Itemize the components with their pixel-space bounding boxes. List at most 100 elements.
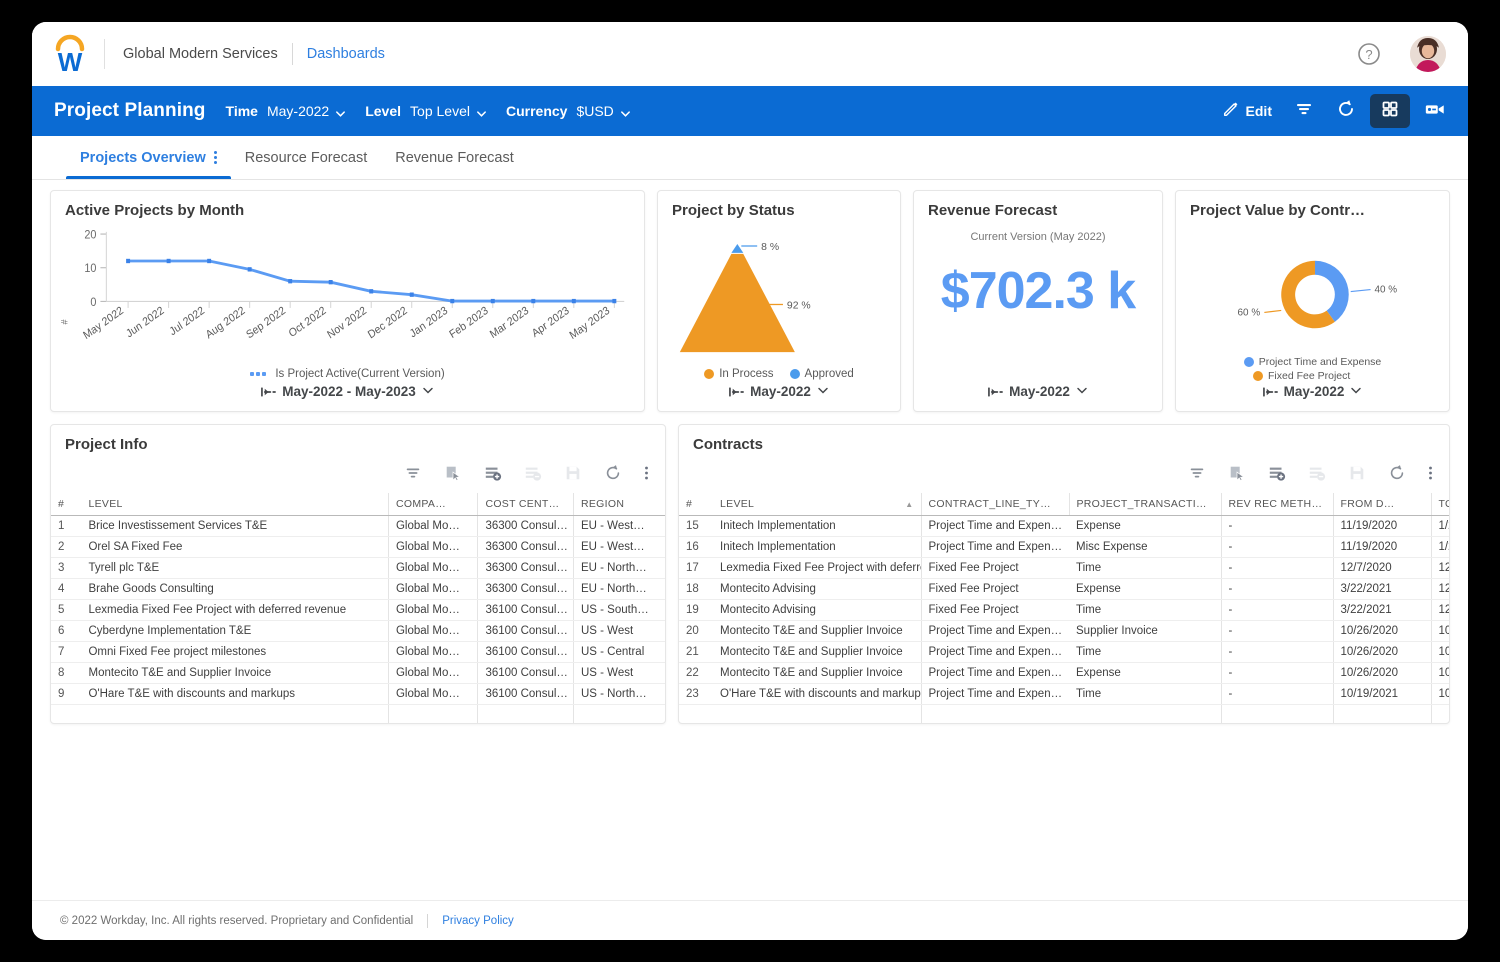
- refresh-button[interactable]: [1328, 94, 1364, 128]
- contracts-table-wrapper[interactable]: # LEVEL▲ CONTRACT_LINE_TY… PROJECT_TRANS…: [679, 493, 1449, 723]
- chevron-down-icon[interactable]: [1076, 384, 1088, 399]
- col-index[interactable]: #: [51, 493, 81, 516]
- time-value[interactable]: May-2022: [267, 103, 329, 119]
- table-row[interactable]: 17Lexmedia Fixed Fee Project with deferr…: [679, 557, 1449, 578]
- cell-from-date: 12/7/2020: [1333, 557, 1431, 578]
- card-footer-active-projects[interactable]: May-2022 - May-2023: [51, 384, 644, 411]
- svg-text:Sep 2022: Sep 2022: [244, 304, 287, 341]
- legend-item-in-process[interactable]: In Process: [704, 368, 773, 380]
- add-row-icon[interactable]: [484, 464, 502, 482]
- col-company[interactable]: COMPA…: [388, 493, 477, 516]
- cell-contract-line-type: Project Time and Expen…: [921, 515, 1069, 536]
- question-circle-icon[interactable]: ?: [1356, 41, 1382, 67]
- cell-from-date: 10/26/2020: [1333, 662, 1431, 683]
- card-title: Project Value by Contr…: [1176, 191, 1449, 221]
- cell-region: US - South…: [573, 599, 665, 620]
- table-row[interactable]: 4Brahe Goods ConsultingGlobal Mo…36300 C…: [51, 578, 665, 599]
- kebab-menu-icon[interactable]: [1428, 464, 1433, 482]
- col-cost-center[interactable]: COST CENT…: [478, 493, 574, 516]
- refresh-icon: [1336, 99, 1356, 124]
- col-from-date[interactable]: FROM D…: [1333, 493, 1431, 516]
- table-row[interactable]: 1Brice Investissement Services T&EGlobal…: [51, 515, 665, 536]
- cell-to-date: 10/: [1431, 683, 1449, 704]
- table-row[interactable]: 9O'Hare T&E with discounts and markupsGl…: [51, 683, 665, 704]
- project-info-table-wrapper[interactable]: # LEVEL COMPA… COST CENT… REGION 1Brice …: [51, 493, 665, 723]
- legend-item-approved[interactable]: Approved: [790, 368, 854, 380]
- currency-prompt[interactable]: Currency $USD: [506, 103, 630, 119]
- chart-legend: Is Project Active(Current Version): [51, 368, 644, 380]
- chevron-down-icon[interactable]: [1350, 384, 1362, 399]
- table-row[interactable]: 2Orel SA Fixed FeeGlobal Mo…36300 Consul…: [51, 536, 665, 557]
- kpi-body[interactable]: Current Version (May 2022) $702.3 k: [914, 221, 1162, 384]
- legend-item-project-time-and-expense[interactable]: Project Time and Expense: [1244, 356, 1382, 368]
- col-level[interactable]: LEVEL▲: [713, 493, 921, 516]
- col-index[interactable]: #: [679, 493, 713, 516]
- col-project-transaction[interactable]: PROJECT_TRANSACTI…: [1069, 493, 1221, 516]
- time-prompt[interactable]: Time May-2022: [226, 103, 346, 119]
- col-level[interactable]: LEVEL: [81, 493, 388, 516]
- table-row[interactable]: 6Cyberdyne Implementation T&EGlobal Mo…3…: [51, 620, 665, 641]
- edit-button[interactable]: Edit: [1214, 94, 1280, 128]
- table-row[interactable]: 15Initech ImplementationProject Time and…: [679, 515, 1449, 536]
- col-region[interactable]: REGION: [573, 493, 665, 516]
- chevron-down-icon[interactable]: [422, 384, 434, 399]
- level-prompt[interactable]: Level Top Level: [365, 103, 486, 119]
- table-row[interactable]: 5Lexmedia Fixed Fee Project with deferre…: [51, 599, 665, 620]
- cell-index: 7: [51, 641, 81, 662]
- table-row[interactable]: 23O'Hare T&E with discounts and markupsP…: [679, 683, 1449, 704]
- table-row[interactable]: 3Tyrell plc T&EGlobal Mo…36300 Consul…EU…: [51, 557, 665, 578]
- card-title: Project Info: [51, 425, 665, 455]
- funnel-chart[interactable]: 8 % 92 % In Process Approved: [658, 221, 900, 384]
- cell-level: Brahe Goods Consulting: [81, 578, 388, 599]
- kebab-menu-icon[interactable]: [214, 151, 217, 164]
- cell-to-date: 12/: [1431, 578, 1449, 599]
- cell-project-transaction: Expense: [1069, 578, 1221, 599]
- line-chart[interactable]: # 20 10 0: [51, 221, 644, 384]
- tab-resource-forecast[interactable]: Resource Forecast: [231, 136, 382, 179]
- cell-rev-rec-method: -: [1221, 620, 1333, 641]
- card-footer-project-value[interactable]: May-2022: [1176, 384, 1449, 411]
- col-rev-rec-method[interactable]: REV REC METH…: [1221, 493, 1333, 516]
- privacy-policy-link[interactable]: Privacy Policy: [442, 915, 514, 927]
- avatar[interactable]: [1410, 36, 1446, 72]
- dashboards-link[interactable]: Dashboards: [307, 46, 385, 62]
- filter-icon[interactable]: [404, 464, 422, 482]
- svg-text:40 %: 40 %: [1375, 285, 1398, 296]
- filter-button[interactable]: [1286, 94, 1322, 128]
- refresh-icon[interactable]: [604, 464, 622, 482]
- table-row[interactable]: 16Initech ImplementationProject Time and…: [679, 536, 1449, 557]
- kebab-menu-icon[interactable]: [644, 464, 649, 482]
- video-button[interactable]: [1416, 94, 1454, 128]
- workday-w-logo-icon[interactable]: W: [50, 33, 90, 75]
- legend-item-fixed-fee-project[interactable]: Fixed Fee Project: [1253, 370, 1350, 382]
- filter-icon[interactable]: [1188, 464, 1206, 482]
- table-row[interactable]: 7Omni Fixed Fee project milestonesGlobal…: [51, 641, 665, 662]
- add-row-icon[interactable]: [1268, 464, 1286, 482]
- contracts-table-body: 15Initech ImplementationProject Time and…: [679, 515, 1449, 723]
- refresh-icon[interactable]: [1388, 464, 1406, 482]
- cell-cost-center: 36100 Consul…: [478, 662, 574, 683]
- cell-region: US - Central: [573, 641, 665, 662]
- grid-view-button[interactable]: [1370, 94, 1410, 128]
- level-value[interactable]: Top Level: [410, 103, 470, 119]
- select-rows-icon[interactable]: [444, 464, 462, 482]
- col-to-date[interactable]: TO: [1431, 493, 1449, 516]
- card-footer-revenue-forecast[interactable]: May-2022: [914, 384, 1162, 411]
- legend-swatch: [1253, 371, 1263, 381]
- table-row[interactable]: 19Montecito AdvisingFixed Fee ProjectTim…: [679, 599, 1449, 620]
- table-row[interactable]: 18Montecito AdvisingFixed Fee ProjectExp…: [679, 578, 1449, 599]
- tab-revenue-forecast[interactable]: Revenue Forecast: [381, 136, 527, 179]
- cell-to-date: 1/2: [1431, 515, 1449, 536]
- card-footer-project-status[interactable]: May-2022: [658, 384, 900, 411]
- select-rows-icon[interactable]: [1228, 464, 1246, 482]
- table-row[interactable]: 20Montecito T&E and Supplier InvoiceProj…: [679, 620, 1449, 641]
- currency-value[interactable]: $USD: [576, 103, 613, 119]
- table-row[interactable]: 22Montecito T&E and Supplier InvoiceProj…: [679, 662, 1449, 683]
- chevron-down-icon[interactable]: [817, 384, 829, 399]
- donut-chart[interactable]: 40 % 60 % Project Time and Expense Fixed…: [1176, 221, 1449, 384]
- table-row[interactable]: 8Montecito T&E and Supplier InvoiceGloba…: [51, 662, 665, 683]
- card-title: Project by Status: [658, 191, 900, 221]
- table-row[interactable]: 21Montecito T&E and Supplier InvoiceProj…: [679, 641, 1449, 662]
- col-contract-line-type[interactable]: CONTRACT_LINE_TY…: [921, 493, 1069, 516]
- tab-projects-overview[interactable]: Projects Overview: [66, 136, 231, 179]
